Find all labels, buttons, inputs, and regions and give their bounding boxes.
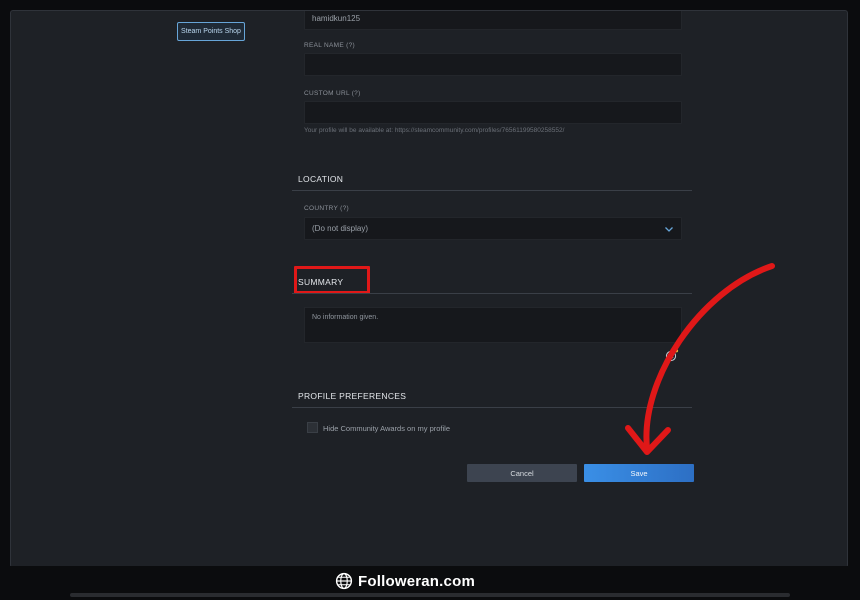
profile-url-hint: Your profile will be available at: https… bbox=[304, 127, 565, 134]
steam-edit-profile-page: Steam Points Shop hamidkun125 REAL NAME … bbox=[10, 10, 848, 568]
username-field[interactable]: hamidkun125 bbox=[304, 11, 682, 30]
cancel-button[interactable]: Cancel bbox=[467, 464, 577, 482]
brand-watermark: Followeran.com bbox=[335, 570, 475, 592]
summary-highlight-box bbox=[294, 266, 370, 294]
hide-awards-label: Hide Community Awards on my profile bbox=[323, 424, 450, 433]
hide-awards-checkbox[interactable] bbox=[307, 422, 318, 433]
location-title: LOCATION bbox=[298, 174, 344, 184]
points-shop-button[interactable]: Steam Points Shop bbox=[177, 22, 245, 41]
summary-divider bbox=[292, 293, 692, 294]
summary-textarea[interactable]: No information given. bbox=[304, 307, 682, 343]
footer-bar: Followeran.com bbox=[0, 566, 860, 600]
country-select[interactable]: (Do not display) bbox=[304, 217, 682, 240]
brand-text: Followeran.com bbox=[358, 572, 475, 590]
country-label: COUNTRY (?) bbox=[304, 205, 349, 212]
edit-profile-panel: hamidkun125 REAL NAME (?) CUSTOM URL (?)… bbox=[292, 11, 694, 567]
real-name-field[interactable] bbox=[304, 53, 682, 76]
country-select-value: (Do not display) bbox=[312, 224, 369, 233]
bottom-bezel-line bbox=[70, 593, 790, 597]
real-name-label: REAL NAME (?) bbox=[304, 42, 355, 49]
emoji-icon[interactable] bbox=[665, 348, 679, 362]
profile-preferences-title: PROFILE PREFERENCES bbox=[298, 391, 407, 401]
globe-icon bbox=[335, 572, 353, 590]
preferences-divider bbox=[292, 407, 692, 408]
save-button[interactable]: Save bbox=[584, 464, 694, 482]
chevron-down-icon bbox=[665, 227, 673, 232]
location-divider bbox=[292, 190, 692, 191]
custom-url-label: CUSTOM URL (?) bbox=[304, 90, 361, 97]
custom-url-field[interactable] bbox=[304, 101, 682, 124]
